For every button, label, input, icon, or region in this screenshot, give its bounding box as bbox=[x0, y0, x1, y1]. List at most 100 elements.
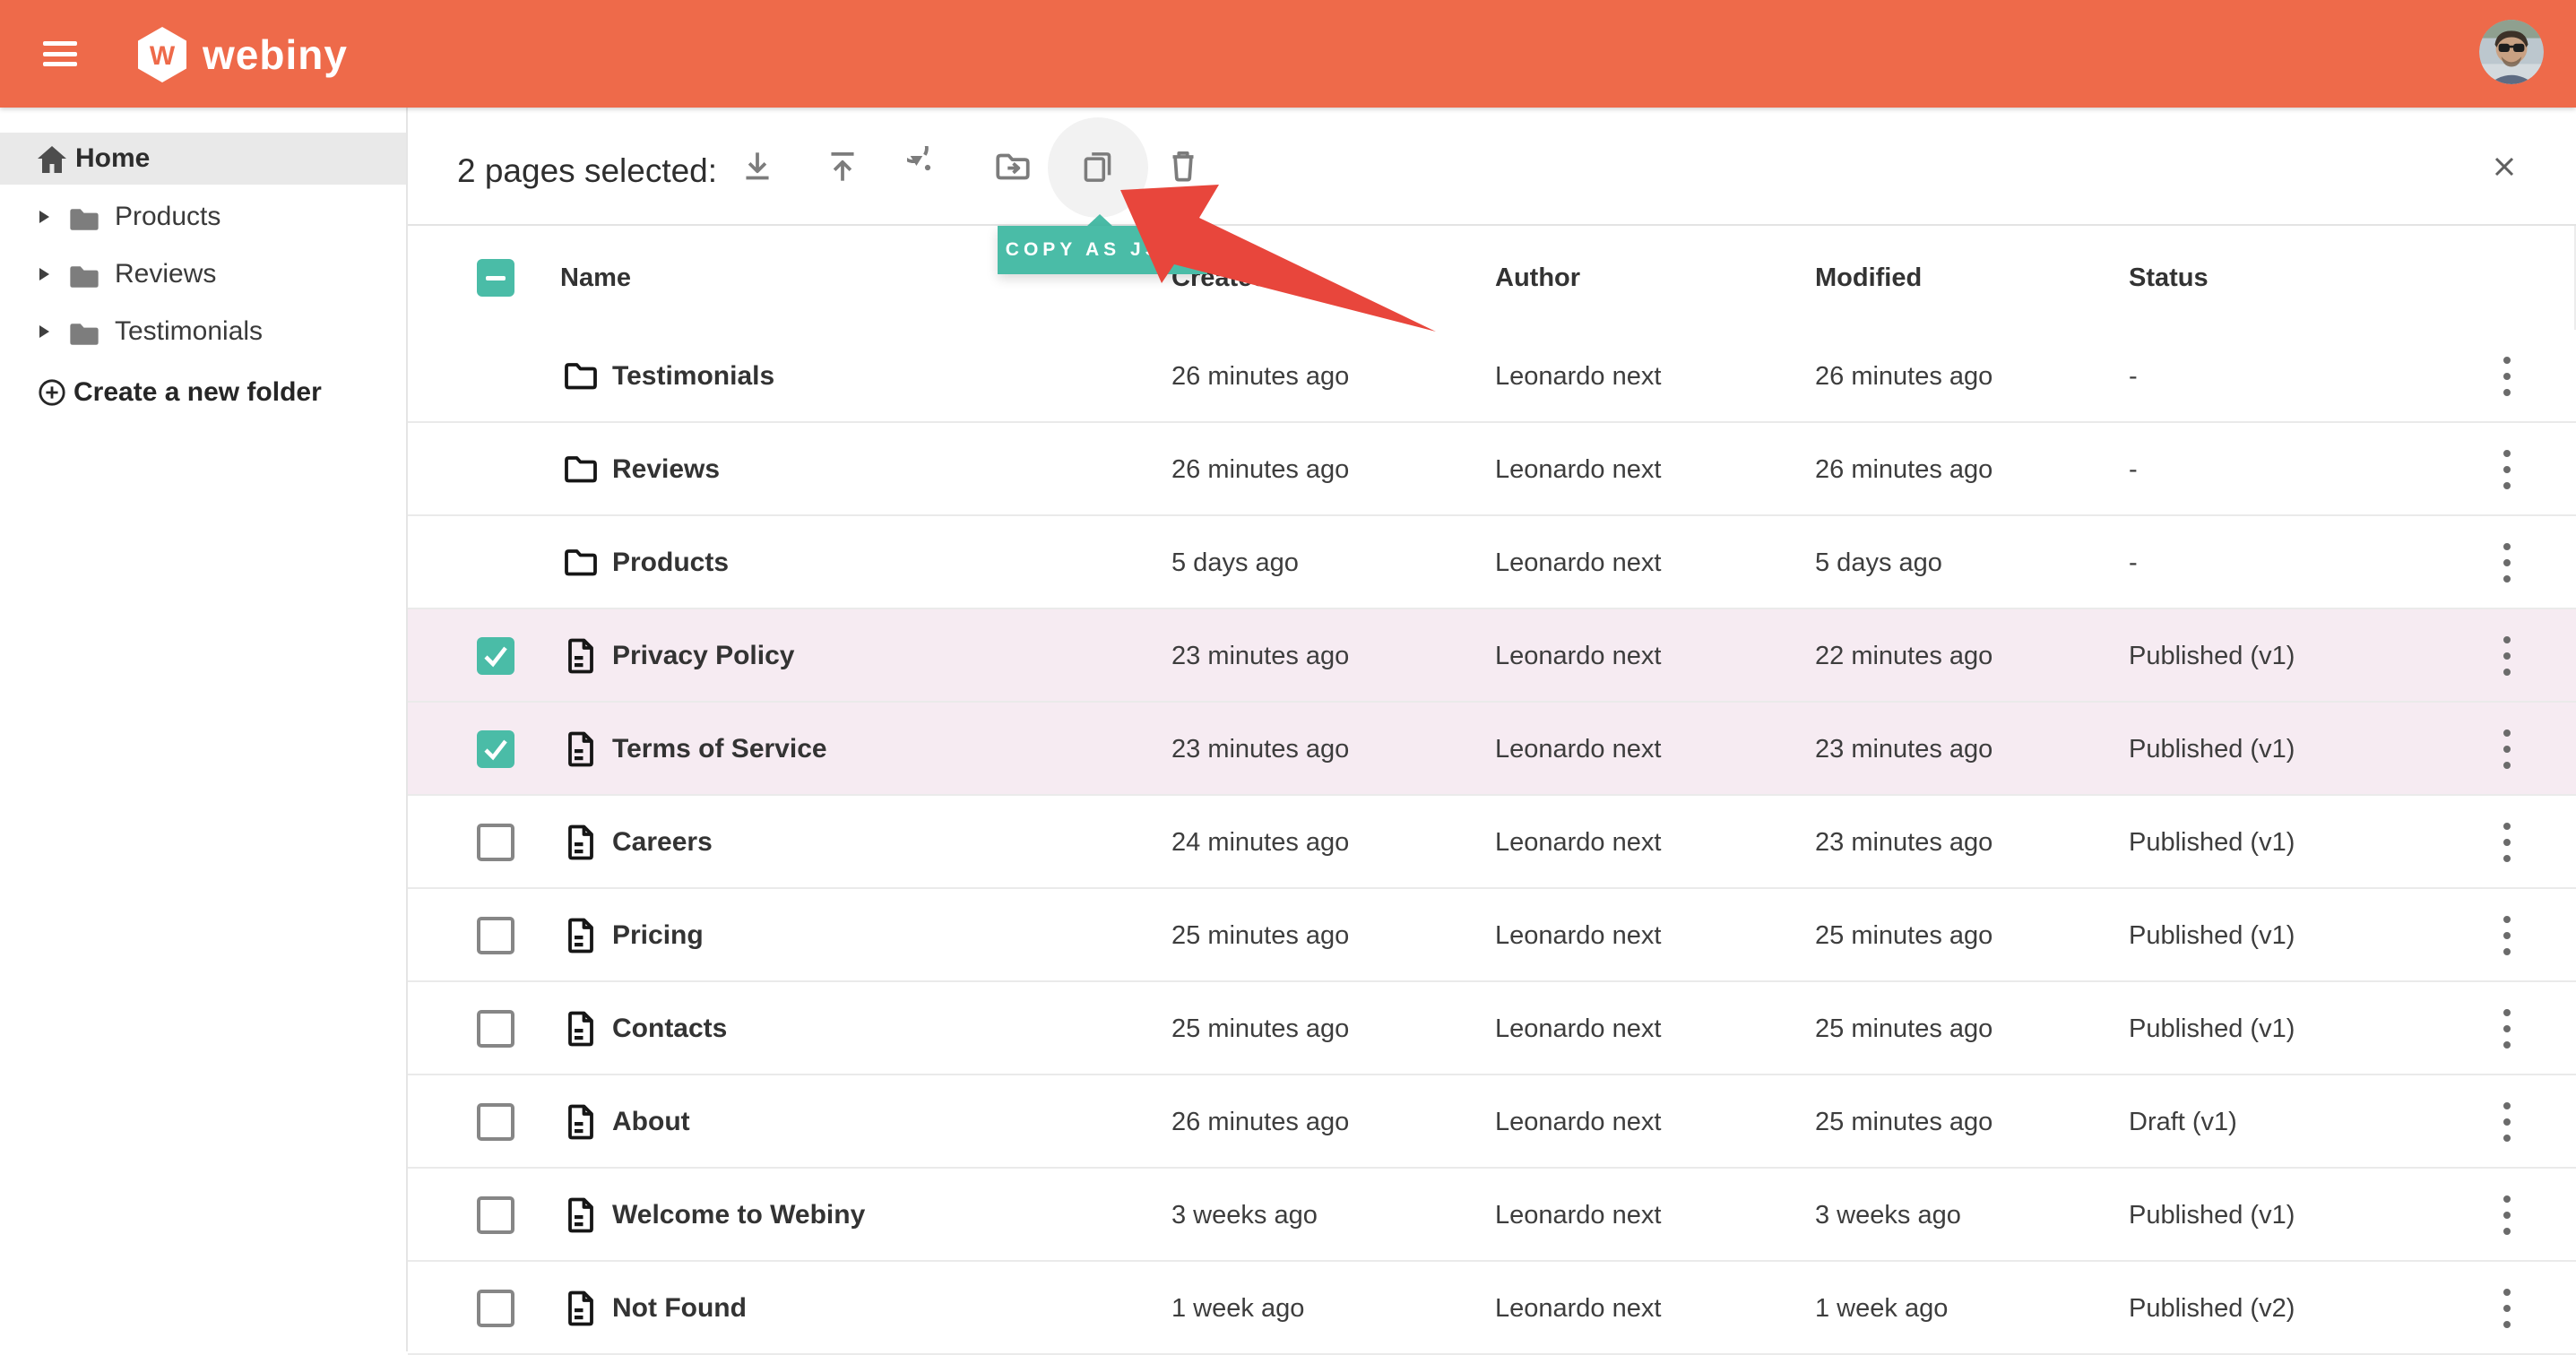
row-name: Not Found bbox=[612, 1262, 747, 1355]
row-name: Pricing bbox=[612, 889, 704, 982]
row-author: Leonardo next bbox=[1495, 1262, 1661, 1355]
move-button[interactable] bbox=[986, 141, 1040, 194]
row-created: 25 minutes ago bbox=[1171, 889, 1349, 982]
column-header-author[interactable]: Author bbox=[1495, 226, 1580, 330]
page-icon bbox=[560, 1101, 601, 1143]
delete-button[interactable] bbox=[1156, 141, 1210, 194]
row-created: 24 minutes ago bbox=[1171, 796, 1349, 889]
row-checkbox[interactable] bbox=[477, 1290, 514, 1327]
create-new-folder-button[interactable]: Create a new folder bbox=[0, 366, 406, 419]
table-row-page[interactable]: Privacy Policy23 minutes agoLeonardo nex… bbox=[408, 609, 2576, 703]
export-button[interactable] bbox=[816, 141, 869, 194]
table-row-folder[interactable]: Products5 days agoLeonardo next5 days ag… bbox=[408, 516, 2576, 609]
row-checkbox[interactable] bbox=[477, 1010, 514, 1048]
tooltip-arrow bbox=[1086, 214, 1113, 227]
row-actions-kebab-icon[interactable] bbox=[2485, 330, 2528, 423]
table-row-page[interactable]: Careers24 minutes agoLeonardo next23 min… bbox=[408, 796, 2576, 889]
column-header-name[interactable]: Name bbox=[560, 226, 631, 330]
table-row-page[interactable]: Welcome to Webiny3 weeks agoLeonardo nex… bbox=[408, 1169, 2576, 1262]
table-row-page[interactable]: Contacts25 minutes agoLeonardo next25 mi… bbox=[408, 982, 2576, 1075]
caret-right-icon[interactable] bbox=[39, 325, 49, 338]
row-actions-kebab-icon[interactable] bbox=[2485, 703, 2528, 796]
row-name: Testimonials bbox=[612, 330, 774, 423]
row-actions-kebab-icon[interactable] bbox=[2485, 609, 2528, 703]
restore-icon bbox=[907, 146, 948, 190]
row-modified: 25 minutes ago bbox=[1815, 889, 1993, 982]
hamburger-icon[interactable] bbox=[43, 41, 77, 66]
page-icon bbox=[560, 635, 601, 677]
caret-right-icon[interactable] bbox=[39, 268, 49, 280]
row-actions-kebab-icon[interactable] bbox=[2485, 982, 2528, 1075]
row-status: Published (v2) bbox=[2129, 1262, 2295, 1355]
table-header: Name Created↓ Author Modified Status bbox=[408, 226, 2576, 330]
row-checkbox[interactable] bbox=[477, 730, 514, 768]
row-name: Privacy Policy bbox=[612, 609, 794, 703]
folder-icon bbox=[66, 259, 102, 289]
row-checkbox[interactable] bbox=[477, 1196, 514, 1234]
home-icon bbox=[36, 144, 68, 175]
app-header: W webiny bbox=[0, 0, 2576, 108]
table-row-folder[interactable]: Testimonials26 minutes agoLeonardo next2… bbox=[408, 330, 2576, 423]
sidebar-item-label: Reviews bbox=[115, 246, 216, 303]
svg-text:W: W bbox=[150, 41, 176, 71]
row-status: - bbox=[2129, 423, 2138, 516]
page-icon bbox=[560, 1195, 601, 1236]
table-row-page[interactable]: Not Found1 week agoLeonardo next1 week a… bbox=[408, 1262, 2576, 1355]
row-created: 26 minutes ago bbox=[1171, 423, 1349, 516]
folder-icon bbox=[66, 202, 102, 232]
row-modified: 23 minutes ago bbox=[1815, 703, 1993, 796]
row-modified: 26 minutes ago bbox=[1815, 330, 1993, 423]
row-actions-kebab-icon[interactable] bbox=[2485, 889, 2528, 982]
row-actions-kebab-icon[interactable] bbox=[2485, 1169, 2528, 1262]
upload-icon bbox=[822, 146, 863, 190]
row-name: Reviews bbox=[612, 423, 720, 516]
close-selection-button[interactable] bbox=[2478, 142, 2530, 194]
row-checkbox[interactable] bbox=[477, 637, 514, 675]
sidebar-item-testimonials[interactable]: Testimonials bbox=[0, 303, 406, 360]
row-created: 26 minutes ago bbox=[1171, 330, 1349, 423]
row-checkbox[interactable] bbox=[477, 824, 514, 861]
row-status: Published (v1) bbox=[2129, 609, 2295, 703]
sidebar-item-label: Testimonials bbox=[115, 303, 263, 360]
folder-icon bbox=[66, 316, 102, 347]
sidebar-item-reviews[interactable]: Reviews bbox=[0, 246, 406, 303]
table-row-page[interactable]: Pricing25 minutes agoLeonardo next25 min… bbox=[408, 889, 2576, 982]
row-status: - bbox=[2129, 330, 2138, 423]
row-actions-kebab-icon[interactable] bbox=[2485, 1075, 2528, 1169]
row-created: 26 minutes ago bbox=[1171, 1075, 1349, 1169]
table-row-folder[interactable]: Reviews26 minutes agoLeonardo next26 min… bbox=[408, 423, 2576, 516]
column-header-modified[interactable]: Modified bbox=[1815, 226, 1922, 330]
move-to-folder-icon bbox=[992, 146, 1033, 190]
row-name: Contacts bbox=[612, 982, 727, 1075]
download-button[interactable] bbox=[730, 141, 784, 194]
row-author: Leonardo next bbox=[1495, 796, 1661, 889]
table-row-page[interactable]: About26 minutes agoLeonardo next25 minut… bbox=[408, 1075, 2576, 1169]
select-all-checkbox[interactable] bbox=[477, 259, 514, 297]
row-checkbox[interactable] bbox=[477, 917, 514, 954]
row-actions-kebab-icon[interactable] bbox=[2485, 516, 2528, 609]
restore-button[interactable] bbox=[901, 141, 955, 194]
row-modified: 1 week ago bbox=[1815, 1262, 1948, 1355]
row-status: Draft (v1) bbox=[2129, 1075, 2237, 1169]
sidebar-item-products[interactable]: Products bbox=[0, 188, 406, 246]
column-header-status[interactable]: Status bbox=[2129, 226, 2209, 330]
row-checkbox[interactable] bbox=[477, 1103, 514, 1141]
user-avatar[interactable] bbox=[2479, 20, 2544, 84]
row-modified: 5 days ago bbox=[1815, 516, 1942, 609]
row-actions-kebab-icon[interactable] bbox=[2485, 423, 2528, 516]
page-icon bbox=[560, 1288, 601, 1329]
sidebar-item-label: Home bbox=[75, 133, 150, 185]
row-author: Leonardo next bbox=[1495, 703, 1661, 796]
sidebar-folder-list: ProductsReviewsTestimonials bbox=[0, 188, 406, 360]
row-status: - bbox=[2129, 516, 2138, 609]
row-actions-kebab-icon[interactable] bbox=[2485, 796, 2528, 889]
row-modified: 22 minutes ago bbox=[1815, 609, 1993, 703]
table-row-page[interactable]: Terms of Service23 minutes agoLeonardo n… bbox=[408, 703, 2576, 796]
webiny-logo[interactable]: W webiny bbox=[138, 27, 348, 82]
caret-right-icon[interactable] bbox=[39, 211, 49, 223]
page-icon bbox=[560, 729, 601, 770]
sidebar-item-home[interactable]: Home bbox=[0, 133, 406, 185]
copy-as-json-tooltip: COPY AS JSON bbox=[998, 226, 1207, 274]
row-actions-kebab-icon[interactable] bbox=[2485, 1262, 2528, 1355]
copy-button[interactable] bbox=[1071, 141, 1125, 194]
